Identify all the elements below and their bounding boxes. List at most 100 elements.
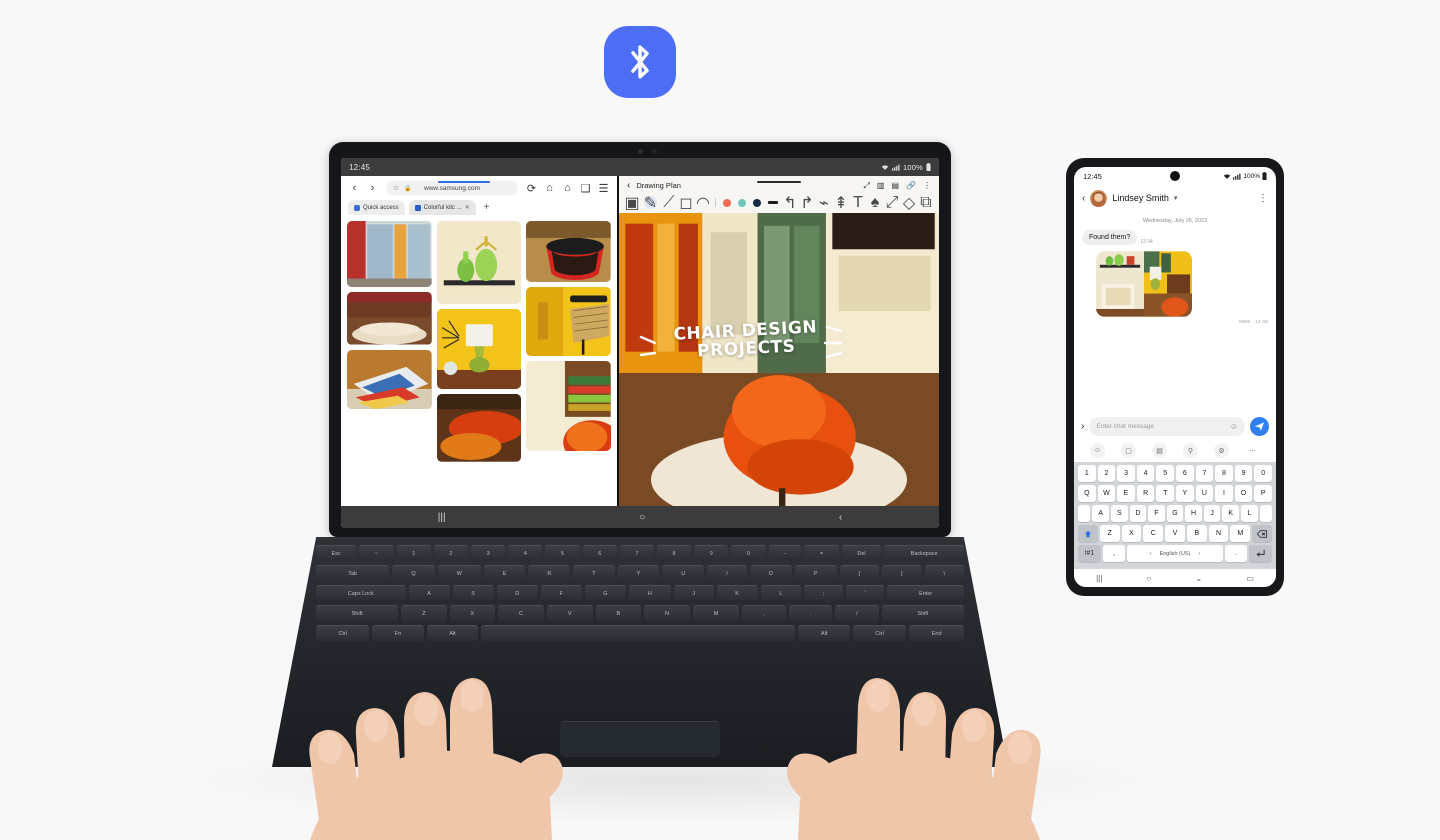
settings-icon[interactable]: ⚙: [1214, 443, 1229, 458]
text-convert-icon[interactable]: ⇞: [834, 195, 847, 212]
key-backspace[interactable]: Backspace: [884, 545, 965, 561]
redo-icon[interactable]: ↱: [800, 195, 813, 212]
home-icon[interactable]: ⌂: [561, 182, 574, 195]
soft-key-6[interactable]: 6: [1176, 465, 1194, 482]
refresh-icon[interactable]: ⟳: [525, 182, 538, 195]
soft-key-p[interactable]: P: [1254, 485, 1272, 502]
soft-key-y[interactable]: Y: [1176, 485, 1194, 502]
lasso-icon[interactable]: ⌁: [819, 195, 829, 212]
soft-key-c[interactable]: C: [1143, 525, 1164, 542]
eraser-icon[interactable]: ◻: [679, 195, 692, 212]
shift-key[interactable]: [1077, 525, 1098, 542]
key-minus[interactable]: -: [768, 545, 802, 561]
more-icon[interactable]: ⋯: [1245, 443, 1260, 458]
soft-key-1[interactable]: 1: [1078, 465, 1096, 482]
soft-key-z[interactable]: Z: [1099, 525, 1120, 542]
soft-key-s[interactable]: S: [1110, 505, 1128, 522]
key-4[interactable]: 4: [508, 545, 543, 561]
soft-key-5[interactable]: 5: [1156, 465, 1174, 482]
pen-icon[interactable]: ✎: [644, 195, 657, 212]
page-view-icon[interactable]: ▥: [877, 181, 885, 190]
ink-icon[interactable]: ♠: [870, 194, 880, 211]
clipboard-icon[interactable]: ▢: [1121, 443, 1136, 458]
color-picker-icon[interactable]: ◇: [903, 195, 915, 212]
soft-key-k[interactable]: K: [1222, 505, 1240, 522]
soft-key-d[interactable]: D: [1129, 505, 1147, 522]
soft-key-9[interactable]: 9: [1234, 465, 1253, 482]
browser-tab-quick-access[interactable]: Quick access: [348, 200, 405, 215]
soft-key-u[interactable]: U: [1195, 485, 1214, 502]
download-icon[interactable]: ⌂: [543, 182, 556, 195]
grid-image-windows[interactable]: [347, 221, 432, 288]
soft-key-2[interactable]: 2: [1097, 465, 1116, 482]
close-icon[interactable]: ✕: [465, 204, 470, 211]
image-icon[interactable]: ▣: [624, 195, 639, 212]
drag-handle[interactable]: [757, 181, 801, 183]
key-6[interactable]: 6: [582, 545, 617, 561]
attach-icon[interactable]: 🔗: [906, 181, 916, 190]
grid-image-orange-cushion[interactable]: [436, 394, 522, 463]
soft-key-j[interactable]: J: [1203, 505, 1221, 522]
soft-key-n[interactable]: N: [1208, 525, 1229, 542]
browser-forward-button[interactable]: ›: [366, 182, 379, 195]
comma-key[interactable]: ,: [1102, 545, 1126, 562]
keyboard-icon[interactable]: ▭: [1246, 574, 1254, 583]
chevron-down-icon[interactable]: ⌄: [1195, 574, 1202, 583]
soft-key-w[interactable]: W: [1097, 485, 1116, 502]
browser-tab-colorful-kitchen[interactable]: Colorful kitc ... ✕: [408, 200, 476, 215]
contact-avatar[interactable]: [1090, 189, 1108, 207]
soft-key-v[interactable]: V: [1165, 525, 1185, 542]
star-icon[interactable]: ☆: [393, 184, 399, 192]
expand-icon[interactable]: ⤢: [864, 181, 870, 191]
grid-image-yellow-chair[interactable]: [526, 286, 611, 357]
mic-icon[interactable]: ⚲: [1183, 443, 1198, 458]
save-icon[interactable]: ▤: [891, 181, 899, 190]
text-icon[interactable]: T: [853, 194, 863, 211]
grid-image-green-vases[interactable]: [436, 221, 522, 304]
soft-key-l[interactable]: L: [1241, 505, 1258, 522]
soft-key-4[interactable]: 4: [1136, 465, 1155, 482]
soft-key-e[interactable]: E: [1117, 485, 1135, 502]
send-button[interactable]: [1250, 417, 1269, 436]
highlighter-icon[interactable]: ⟋: [663, 194, 674, 211]
copy-icon[interactable]: ⧉: [920, 194, 931, 211]
key-1[interactable]: 1: [396, 545, 431, 561]
grid-image-yellow-lamp[interactable]: [436, 308, 522, 390]
sticker-icon[interactable]: ▤: [1152, 443, 1167, 458]
notes-canvas[interactable]: CHAIR DESIGN PROJECTS: [619, 213, 939, 506]
key-equals[interactable]: =: [804, 545, 839, 561]
space-key[interactable]: ‹ English (US) ›: [1127, 545, 1223, 562]
key-tilde[interactable]: ~: [359, 545, 394, 561]
soft-key-t[interactable]: T: [1156, 485, 1174, 502]
soft-key-b[interactable]: B: [1186, 525, 1207, 542]
grid-image-red-bowl[interactable]: [526, 221, 611, 282]
key-9[interactable]: 9: [694, 545, 729, 561]
emoji-icon[interactable]: ☺: [1230, 422, 1238, 431]
back-chevron-icon[interactable]: ‹: [1082, 193, 1085, 204]
browser-back-button[interactable]: ‹: [348, 182, 361, 195]
undo-icon[interactable]: ↰: [783, 195, 796, 212]
color-swatch-coral[interactable]: [723, 198, 731, 207]
tabs-icon[interactable]: ❑: [579, 182, 592, 195]
grid-image-books[interactable]: [347, 349, 432, 409]
message-bubble[interactable]: Found them?: [1082, 230, 1138, 245]
notes-back-button[interactable]: ‹: [627, 180, 630, 191]
recents-icon[interactable]: |||: [438, 512, 446, 523]
home-icon[interactable]: ○: [1146, 574, 1151, 583]
key-esc[interactable]: Esc: [315, 545, 357, 561]
expand-chevron-icon[interactable]: ›: [1081, 421, 1084, 432]
chevron-down-icon[interactable]: ▾: [1174, 194, 1178, 202]
color-swatch-navy[interactable]: [753, 198, 761, 207]
transform-icon[interactable]: ⤢: [886, 194, 899, 211]
enter-key[interactable]: [1249, 545, 1273, 562]
more-vertical-icon[interactable]: ⋮: [923, 181, 931, 190]
soft-key-a[interactable]: A: [1092, 505, 1109, 522]
key-8[interactable]: 8: [656, 545, 692, 561]
color-swatch-teal[interactable]: [738, 198, 746, 207]
soft-key-i[interactable]: I: [1215, 485, 1233, 502]
key-del[interactable]: Del: [841, 545, 882, 561]
soft-key-r[interactable]: R: [1136, 485, 1155, 502]
soft-key-7[interactable]: 7: [1195, 465, 1214, 482]
period-key[interactable]: .: [1224, 545, 1248, 562]
backspace-key[interactable]: [1252, 525, 1273, 542]
